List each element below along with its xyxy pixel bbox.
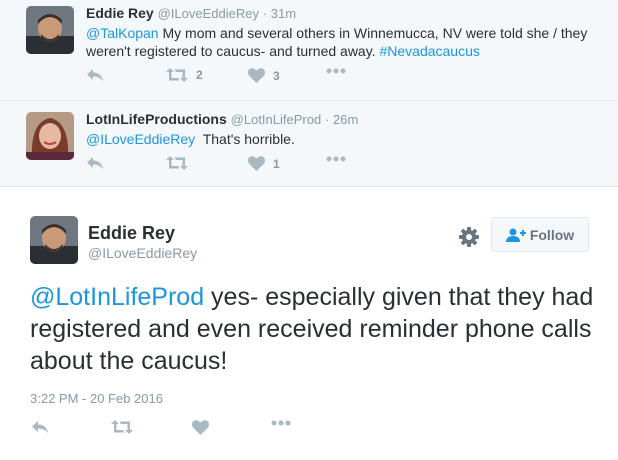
retweet-button[interactable]	[166, 156, 188, 170]
like-button[interactable]	[192, 420, 209, 435]
reply-button[interactable]	[86, 156, 104, 170]
mention-link[interactable]: @LotInLifeProd	[30, 283, 204, 311]
reply-button[interactable]	[86, 68, 104, 82]
like-count: 3	[273, 68, 280, 83]
fullname[interactable]: Eddie Rey	[88, 223, 175, 244]
retweet-button[interactable]: 2	[166, 68, 203, 82]
like-icon	[248, 156, 265, 171]
tweet-text: @ILoveEddieRey That's horrible.	[86, 130, 606, 148]
like-icon	[248, 68, 265, 83]
like-button[interactable]: 3	[248, 68, 280, 83]
tweet-header: Eddie Rey @ILoveEddieRey · 31m	[86, 5, 296, 21]
avatar[interactable]	[26, 112, 74, 160]
tweet-actions: 1	[0, 156, 618, 176]
avatar[interactable]	[26, 6, 74, 54]
reply-icon	[87, 69, 103, 81]
fullname[interactable]: Eddie Rey	[86, 5, 154, 21]
reply-button[interactable]	[31, 420, 49, 434]
username[interactable]: @ILoveEddieRey	[158, 6, 259, 21]
timestamp[interactable]: · 31m	[263, 6, 296, 21]
tweet-actions	[0, 420, 618, 440]
retweet-icon	[111, 420, 133, 434]
mention-link[interactable]: @ILoveEddieRey	[86, 131, 195, 147]
mention-link[interactable]: @TalKopan	[86, 25, 159, 41]
more-button[interactable]	[326, 156, 346, 162]
follow-button[interactable]: Follow	[491, 217, 589, 252]
avatar[interactable]	[30, 216, 78, 264]
retweet-button[interactable]	[111, 420, 133, 434]
timestamp[interactable]: · 26m	[325, 112, 358, 127]
retweet-icon	[166, 156, 188, 170]
username[interactable]: @LotInLifeProd	[231, 112, 322, 127]
permalink-tweet: Eddie Rey @ILoveEddieRey Follow @LotInLi…	[0, 187, 618, 460]
follow-label: Follow	[529, 226, 575, 243]
like-button[interactable]: 1	[248, 156, 280, 171]
more-icon	[326, 156, 346, 162]
more-icon	[326, 68, 346, 74]
like-count: 1	[273, 156, 280, 171]
fullname[interactable]: LotInLifeProductions	[86, 111, 227, 127]
username[interactable]: @ILoveEddieRey	[88, 245, 197, 261]
more-icon	[271, 420, 291, 426]
retweet-icon	[166, 68, 188, 82]
follow-person-icon	[505, 228, 526, 242]
reply-icon	[32, 421, 48, 433]
like-icon	[192, 420, 209, 435]
tweet-header: LotInLifeProductions @LotInLifeProd · 26…	[86, 111, 358, 127]
more-button[interactable]	[326, 68, 346, 74]
tweet-text: @LotInLifeProd yes- especially given tha…	[30, 281, 600, 377]
tweet-text: @TalKopan My mom and several others in W…	[86, 24, 606, 60]
retweet-count: 2	[196, 68, 203, 82]
tweet-actions: 2 3	[0, 68, 618, 88]
tweet-body: My mom and several others in Winnemucca,…	[86, 25, 588, 59]
reply-tweet[interactable]: Eddie Rey @ILoveEddieRey · 31m @TalKopan…	[0, 0, 618, 101]
gear-icon	[459, 227, 479, 247]
tweet-body: That's horrible.	[195, 131, 295, 147]
hashtag-link[interactable]: #Nevadacaucus	[379, 43, 479, 59]
settings-button[interactable]	[458, 226, 480, 248]
more-button[interactable]	[271, 420, 291, 426]
tweet-timestamp[interactable]: 3:22 PM - 20 Feb 2016	[30, 391, 163, 406]
reply-icon	[87, 157, 103, 169]
